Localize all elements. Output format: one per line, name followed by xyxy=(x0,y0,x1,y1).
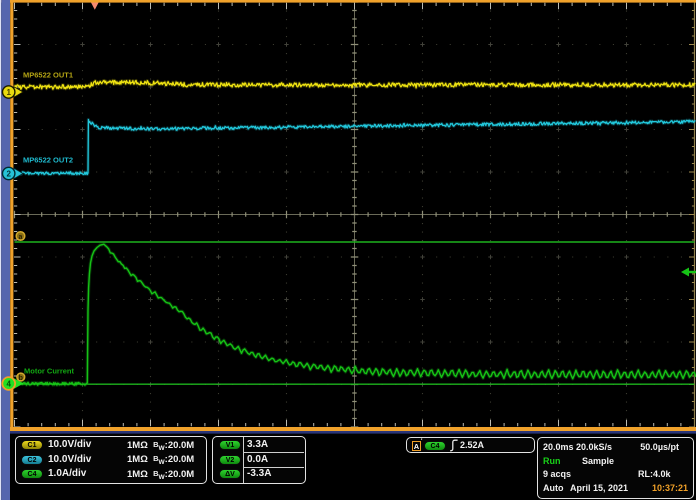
svg-text:2: 2 xyxy=(6,170,11,179)
svg-text:4: 4 xyxy=(6,380,11,389)
svg-text:MP6522 OUT1: MP6522 OUT1 xyxy=(23,71,73,80)
svg-text:b: b xyxy=(19,375,23,382)
svg-text:a: a xyxy=(19,234,23,241)
svg-text:MP6522 OUT2: MP6522 OUT2 xyxy=(23,156,73,165)
svg-text:1: 1 xyxy=(6,88,11,97)
svg-text:Motor Current: Motor Current xyxy=(24,367,74,376)
